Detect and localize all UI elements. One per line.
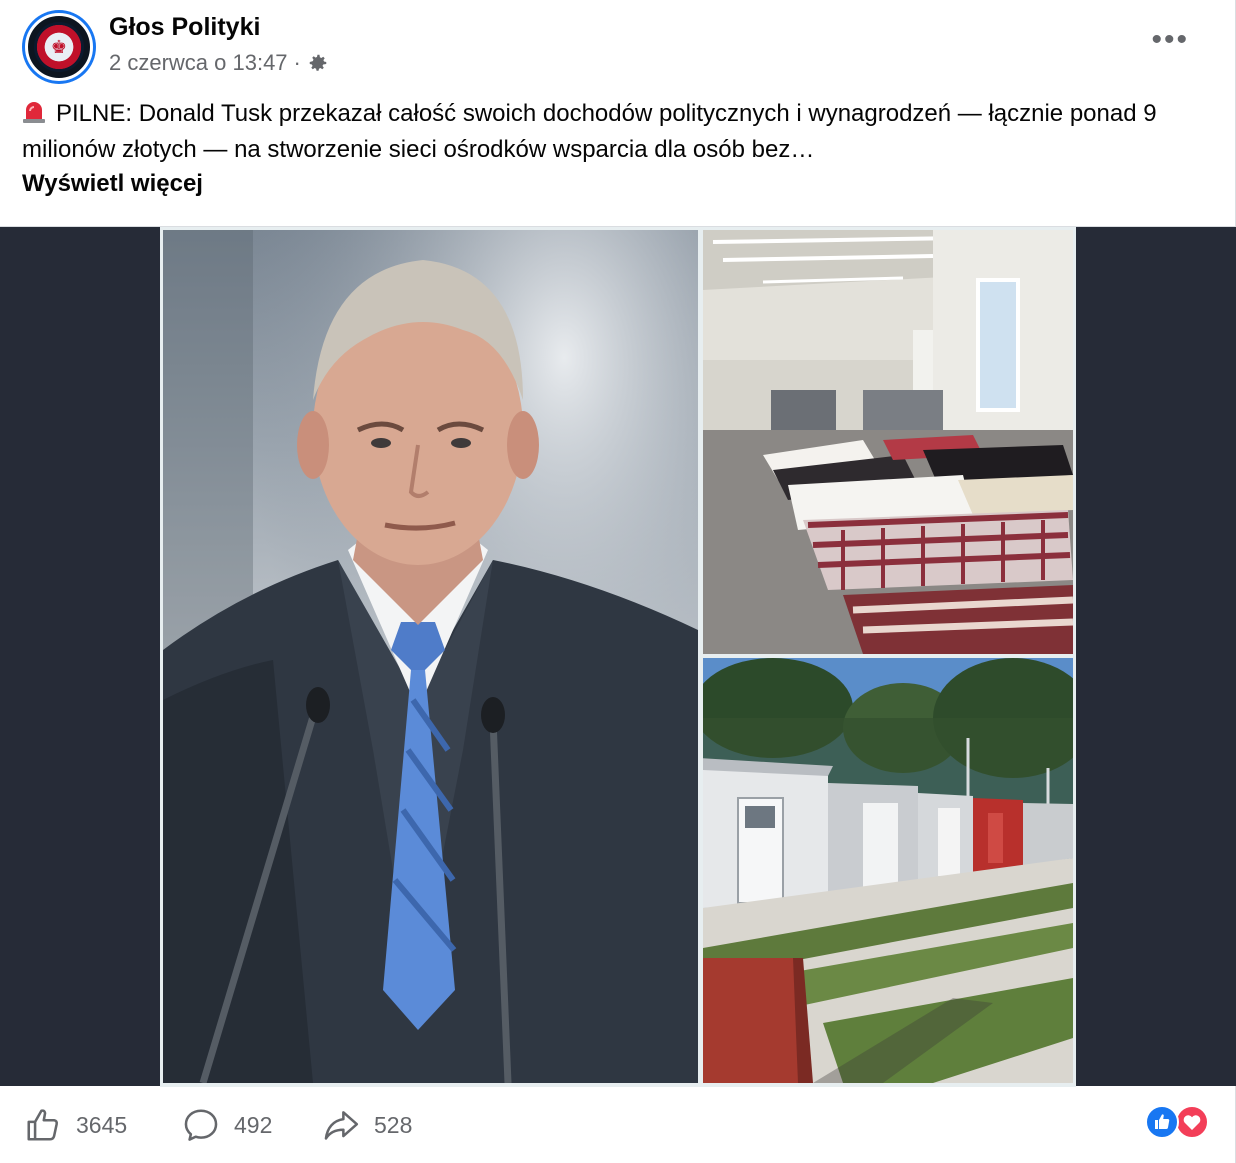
- like-reaction-icon: [1145, 1105, 1179, 1139]
- media-area[interactable]: [0, 226, 1236, 1087]
- photo-collage: [160, 227, 1076, 1087]
- portrait-photo[interactable]: [163, 230, 698, 1083]
- page-name[interactable]: Głos Polityki: [109, 13, 260, 42]
- eagle-emblem-icon: ♚: [50, 37, 68, 57]
- tiny-homes-illustration: [703, 658, 1073, 1083]
- page-avatar[interactable]: ♚: [22, 10, 96, 84]
- love-reaction-icon: [1175, 1105, 1209, 1139]
- facebook-post: ♚ Głos Polityki 2 czerwca o 13:47 · ••• …: [0, 0, 1236, 1163]
- post-text: PILNE: Donald Tusk przekazał całość swoi…: [22, 100, 1157, 163]
- reactions-summary[interactable]: [1142, 1104, 1212, 1140]
- post-meta: 2 czerwca o 13:47 ·: [109, 50, 329, 76]
- more-options-icon[interactable]: •••: [1151, 25, 1189, 55]
- shelter-interior-illustration: [703, 230, 1073, 654]
- see-more-link[interactable]: Wyświetl więcej: [22, 170, 203, 198]
- gear-icon[interactable]: [307, 52, 329, 74]
- share-count: 528: [374, 1111, 413, 1138]
- shelter-interior-photo[interactable]: [703, 230, 1073, 654]
- like-count: 3645: [76, 1111, 128, 1138]
- meta-separator: ·: [293, 50, 301, 75]
- post-action-bar: 3645 492 528: [0, 1088, 1236, 1163]
- portrait-illustration: [163, 230, 698, 1083]
- post-text-block: PILNE: Donald Tusk przekazał całość swoi…: [22, 96, 1212, 168]
- avatar-logo: ♚: [25, 13, 93, 81]
- siren-icon: [23, 102, 45, 123]
- like-button[interactable]: 3645: [24, 1106, 127, 1144]
- share-icon: [324, 1111, 359, 1140]
- comment-count: 492: [234, 1111, 273, 1138]
- like-icon: [27, 1109, 58, 1141]
- share-button[interactable]: 528: [322, 1106, 412, 1144]
- comment-button[interactable]: 492: [182, 1106, 272, 1144]
- tiny-homes-photo[interactable]: [703, 658, 1073, 1083]
- post-date[interactable]: 2 czerwca o 13:47: [109, 50, 288, 76]
- comment-icon: [184, 1109, 218, 1141]
